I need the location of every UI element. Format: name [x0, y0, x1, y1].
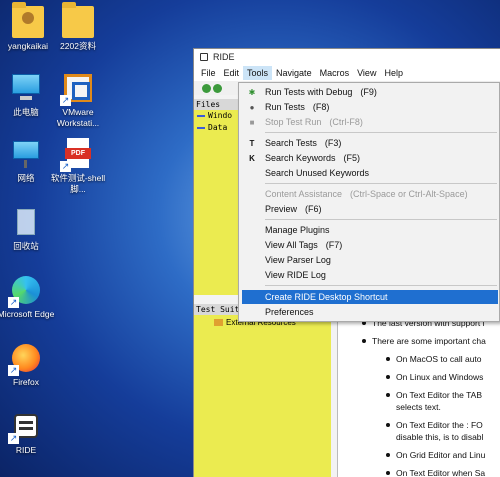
- desktop-icon-vmware[interactable]: VMware Workstati...: [48, 72, 108, 129]
- desktop-icon-edge[interactable]: Microsoft Edge: [0, 274, 56, 320]
- desktop-icon-label: 2202资料: [60, 41, 96, 51]
- menu-view[interactable]: View: [353, 66, 380, 80]
- menu-navigate[interactable]: Navigate: [272, 66, 316, 80]
- menu-item-preferences[interactable]: Preferences: [245, 305, 495, 319]
- desktop-icon-label: RIDE: [15, 445, 37, 455]
- window-title: RIDE: [213, 52, 235, 62]
- list-item: On MacOS to call auto: [358, 353, 500, 365]
- edge-icon: [8, 274, 42, 308]
- tools-menu: ✱ Run Tests with Debug (F9) ● Run Tests (F8)…: [238, 82, 500, 322]
- menu-separator: [265, 183, 497, 184]
- menu-separator: [265, 285, 497, 286]
- menu-item-content-assistance: Content Assistance (Ctrl-Space or Ctrl-Al…: [265, 189, 468, 199]
- menu-file[interactable]: File: [197, 66, 220, 80]
- menu-edit[interactable]: Edit: [220, 66, 244, 80]
- menu-item-run-tests[interactable]: ● Run Tests (F8): [245, 100, 495, 114]
- menu-macros[interactable]: Macros: [316, 66, 354, 80]
- menu-item-view-parser-log[interactable]: View Parser Log: [245, 253, 495, 267]
- menu-item-search-keywords[interactable]: K Search Keywords (F5): [245, 151, 495, 165]
- test-suites-panel: Test Suites External Resources: [194, 304, 331, 477]
- list-item: There are some important cha: [358, 335, 500, 347]
- tree-item-label: Data: [208, 123, 228, 132]
- desktop-icon-folder[interactable]: 2202资料: [48, 2, 108, 52]
- menu-item-preview[interactable]: Preview (F6): [245, 202, 495, 216]
- list-item: On Text Editor the : FO: [358, 419, 500, 431]
- pdf-icon: PDF: [60, 138, 94, 172]
- user-folder-icon: [12, 2, 44, 38]
- window-titlebar[interactable]: RIDE: [194, 49, 500, 65]
- desktop-icon-label: Microsoft Edge: [0, 309, 55, 319]
- menubar: File Edit Tools Navigate Macros View Hel…: [194, 65, 500, 81]
- menu-item-search-tests[interactable]: T Search Tests (F3): [245, 136, 495, 150]
- network-icon: [10, 138, 42, 170]
- run-icon: ●: [249, 102, 255, 112]
- folder-icon: [62, 2, 94, 38]
- menu-separator: [265, 132, 497, 133]
- menu-item-create-desktop-shortcut[interactable]: Create RIDE Desktop Shortcut: [242, 290, 498, 304]
- desktop-icon-label: Firefox: [13, 377, 39, 387]
- menu-item-view-all-tags[interactable]: View All Tags (F7): [245, 238, 495, 252]
- menu-item-view-ride-log[interactable]: View RIDE Log: [245, 268, 495, 282]
- stop-icon: ■: [249, 117, 255, 127]
- desktop-icon-pdf[interactable]: PDF 软件测试-shell脚...: [48, 138, 108, 195]
- search-keywords-icon: K: [249, 153, 255, 163]
- menu-help[interactable]: Help: [380, 66, 407, 80]
- search-tests-icon: T: [249, 138, 255, 148]
- back-icon[interactable]: [202, 83, 211, 93]
- ride-icon: [8, 410, 42, 444]
- folder-icon: [214, 319, 223, 326]
- menu-item-search-unused-keywords[interactable]: Search Unused Keywords: [245, 166, 495, 180]
- desktop-icon-label: 回收站: [13, 241, 39, 251]
- firefox-icon: [8, 342, 42, 376]
- tree-item-label: Windo: [208, 111, 233, 120]
- list-item-continuation: selects text.: [396, 402, 441, 412]
- menu-item-run-debug[interactable]: ✱ Run Tests with Debug (F9): [245, 85, 495, 99]
- tree-expander-icon: [197, 115, 205, 117]
- menu-item-stop-test: ■ Stop Test Run (Ctrl-F8): [245, 115, 495, 129]
- desktop-icon-recycle-bin[interactable]: 回收站: [0, 206, 56, 252]
- desktop-icon-label: VMware Workstati...: [56, 107, 100, 128]
- menu-item-manage-plugins[interactable]: Manage Plugins: [245, 223, 495, 237]
- list-item: On Linux and Windows: [358, 371, 500, 383]
- list-item-continuation: disable this, is to disabl: [396, 432, 484, 442]
- menu-separator: [265, 219, 497, 220]
- recycle-bin-icon: [10, 206, 42, 238]
- desktop-icon-ride[interactable]: RIDE: [0, 410, 56, 456]
- bug-icon: ✱: [248, 87, 256, 97]
- tree-expander-icon: [197, 127, 205, 129]
- list-item: On Text Editor when Sa: [358, 467, 500, 477]
- list-item: On Text Editor the TAB: [358, 389, 500, 401]
- desktop-icon-label: 软件测试-shell脚...: [50, 173, 106, 194]
- vmware-icon: [60, 72, 94, 106]
- app-icon: [200, 53, 208, 61]
- release-notes: The last version with support f There ar…: [358, 317, 500, 477]
- menu-tools[interactable]: Tools: [243, 66, 273, 80]
- computer-icon: [10, 72, 42, 104]
- forward-icon[interactable]: [213, 83, 222, 93]
- desktop-icon-firefox[interactable]: Firefox: [0, 342, 56, 388]
- list-item: On Grid Editor and Linu: [358, 449, 500, 461]
